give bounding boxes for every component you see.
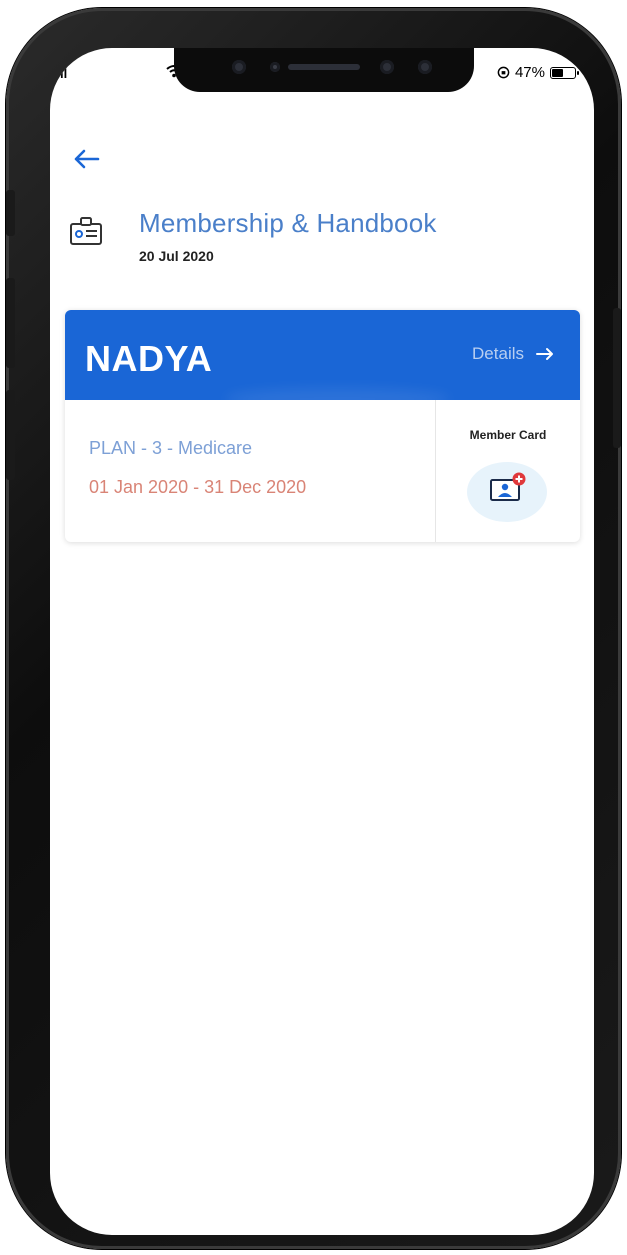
member-name: NADYA xyxy=(85,338,213,379)
front-camera-icon xyxy=(380,60,394,74)
page-date: 20 Jul 2020 xyxy=(139,248,214,264)
id-card-icon xyxy=(70,217,102,245)
page-title: Membership & Handbook xyxy=(139,208,437,238)
member-card-body: PLAN - 3 - Medicare 01 Jan 2020 - 31 Dec… xyxy=(65,400,580,542)
battery-icon xyxy=(550,66,579,79)
signal-indicator: ıl xyxy=(60,66,68,81)
volume-up-button xyxy=(6,278,15,368)
member-card-label: Member Card xyxy=(469,428,547,442)
member-card-icon xyxy=(490,472,526,501)
sensor-icon xyxy=(418,60,432,74)
plan-info: PLAN - 3 - Medicare 01 Jan 2020 - 31 Dec… xyxy=(89,438,306,498)
orientation-lock-icon xyxy=(497,66,510,79)
back-arrow-icon[interactable] xyxy=(70,146,104,172)
plan-period: 01 Jan 2020 - 31 Dec 2020 xyxy=(89,477,307,497)
earpiece-speaker xyxy=(288,64,360,70)
status-right: 47% xyxy=(497,64,579,81)
notch xyxy=(174,48,474,92)
power-button xyxy=(613,308,621,448)
phone-frame: ıl 47% Membership & Handbook 20 Jul 2020… xyxy=(6,8,621,1249)
details-label: Details xyxy=(472,344,524,363)
silent-switch xyxy=(6,190,15,236)
arrow-right-icon xyxy=(536,348,553,360)
plan-name: PLAN - 3 - Medicare xyxy=(89,438,253,458)
sensor-icon xyxy=(232,60,246,74)
volume-down-button xyxy=(6,390,15,480)
screen: ıl 47% Membership & Handbook 20 Jul 2020… xyxy=(50,48,594,1235)
member-card-header: NADYA Details xyxy=(65,310,580,410)
battery-percentage: 47% xyxy=(514,64,545,81)
details-button[interactable]: Details xyxy=(472,344,554,364)
dot-projector-icon xyxy=(270,62,280,72)
member-card-button[interactable]: Member Card xyxy=(436,400,580,542)
member-card: NADYA Details PLAN - 3 - Medicare 01 Jan… xyxy=(65,310,580,542)
